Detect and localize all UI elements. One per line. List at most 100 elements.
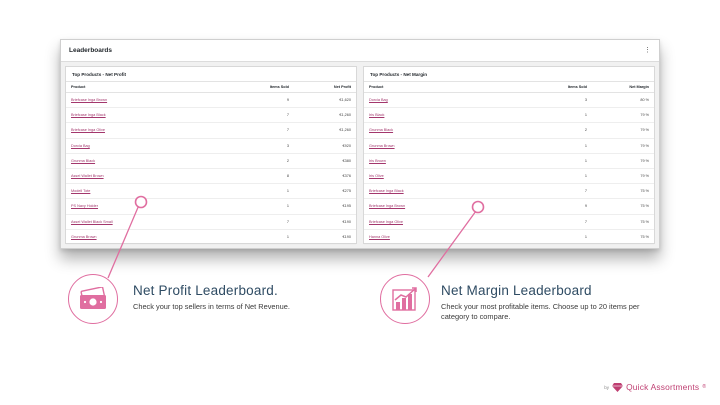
product-cell: Grunma Brown [369,144,535,148]
product-cell: Briefcase Inga Olive [369,220,535,224]
leaderboards-header: Leaderboards ⋮ [61,40,659,62]
net-margin-cell: 79 % [640,128,649,133]
product-link[interactable]: Grunma Black [71,159,95,163]
leaderboards-screenshot: Leaderboards ⋮ Top Products - Net Profit… [60,39,660,249]
product-link[interactable]: Dorcia Bag [369,98,388,102]
product-link[interactable]: PS Navy Holder [71,204,98,208]
product-cell: Grunma Black [71,159,237,163]
net-margin-cell: 75 % [640,219,649,224]
items-sold-cell: 8 [286,174,289,179]
product-link[interactable]: Grunma Brown [71,235,97,239]
net-profit-cell: €1,260 [339,128,351,133]
product-link[interactable]: Briefcase Inga Black [369,189,404,193]
money-icon [68,274,118,324]
items-sold-cell: 7 [286,128,289,133]
product-link[interactable]: Briefcase Inga Olive [369,220,403,224]
net-profit-cell: €1,260 [339,113,351,118]
items-sold-cell: 2 [286,158,289,163]
product-link[interactable]: Grunma Brown [369,144,395,148]
product-link[interactable]: Dorcia Bag [71,144,90,148]
product-link[interactable]: Iris Black [369,113,384,117]
brand-logo: by Quick Assortments ® [604,382,706,392]
items-sold-cell: 1 [584,158,587,163]
items-sold-cell: 1 [584,113,587,118]
product-cell: Iris Black [369,113,535,117]
brand-registered-mark: ® [702,384,706,390]
product-link[interactable]: Assel Wallet Black Small [71,220,113,224]
net-profit-cell: €920 [342,143,351,148]
net-margin-cell: 79 % [640,158,649,163]
net-profit-cell: €380 [342,158,351,163]
net-margin-cell: 79 % [640,174,649,179]
product-cell: Hanna Olive [369,235,535,239]
more-options-icon[interactable]: ⋮ [644,47,651,54]
items-sold-cell: 3 [584,98,587,103]
items-sold-cell: 9 [584,204,587,209]
product-cell: Assel Wallet Black Small [71,220,237,224]
product-cell: Dorcia Bag [369,98,535,102]
col-product[interactable]: Product [71,85,237,89]
col-net-margin[interactable]: Net Margin [587,85,649,89]
product-cell: Briefcase Inga Brown [71,98,237,102]
net-profit-cell: €190 [342,219,351,224]
product-link[interactable]: Briefcase Inga Brown [369,204,405,208]
net-margin-feature-description: Check your most profitable items. Choose… [441,302,640,321]
net-profit-table-header: Product Items Sold Net Profit [66,82,356,93]
items-sold-cell: 1 [584,234,587,239]
net-margin-cell: 79 % [640,143,649,148]
product-cell: Briefcase Inga Brown [369,204,535,208]
product-link[interactable]: Assel Wallet Brown [71,174,104,178]
diamond-icon [612,382,624,392]
table-row: Briefcase Inga Brown 9 €1,620 [66,93,356,109]
table-row: PS Navy Holder 1 €195 [66,199,356,215]
product-cell: Briefcase Inga Black [369,189,535,193]
items-sold-cell: 7 [286,219,289,224]
product-link[interactable]: Briefcase Inga Brown [71,98,107,102]
product-link[interactable]: Iris Brown [369,159,386,163]
product-cell: Grunma Black [369,128,535,132]
items-sold-cell: 1 [286,189,289,194]
table-row: Grunma Black 2 79 % [364,123,654,139]
product-cell: PS Navy Holder [71,204,237,208]
items-sold-cell: 7 [286,113,289,118]
table-row: Briefcase Inga Black 7 75 % [364,184,654,200]
col-product[interactable]: Product [369,85,535,89]
product-link[interactable]: Iris Olive [369,174,384,178]
table-row: Iris Brown 1 79 % [364,154,654,169]
net-profit-panel-title: Top Products - Net Profit [66,67,356,82]
col-items-sold[interactable]: Items Sold [237,85,289,89]
net-margin-cell: 75 % [640,204,649,209]
net-margin-panel: Top Products - Net Margin Product Items … [363,66,655,245]
net-profit-cell: €190 [342,234,351,239]
table-row: Assel Wallet Black Small 7 €190 [66,215,356,230]
table-row: Iris Black 1 79 % [364,108,654,124]
col-items-sold[interactable]: Items Sold [535,85,587,89]
net-profit-cell: €376 [342,174,351,179]
brand-by: by [604,384,610,390]
product-link[interactable]: Briefcase Inga Olive [71,128,105,132]
col-net-profit[interactable]: Net Profit [289,85,351,89]
net-margin-cell: 75 % [640,234,649,239]
product-link[interactable]: Briefcase Inga Black [71,113,106,117]
net-profit-panel: Top Products - Net Profit Product Items … [65,66,357,245]
table-row: Grunma Brown 1 €190 [66,230,356,245]
table-row: Briefcase Inga Olive 7 75 % [364,215,654,230]
items-sold-cell: 2 [584,128,587,133]
product-link[interactable]: Grunma Black [369,128,393,132]
product-link[interactable]: Hanna Olive [369,235,390,239]
product-cell: Assel Wallet Brown [71,174,237,178]
product-cell: Iris Olive [369,174,535,178]
net-margin-feature-title: Net Margin Leaderboard [441,283,592,298]
items-sold-cell: 1 [286,204,289,209]
items-sold-cell: 9 [286,98,289,103]
net-margin-table-header: Product Items Sold Net Margin [364,82,654,93]
product-cell: Briefcase Inga Black [71,113,237,117]
net-margin-cell: 80 % [640,98,649,103]
items-sold-cell: 1 [584,143,587,148]
product-link[interactable]: Modell Tote [71,189,90,193]
items-sold-cell: 1 [286,234,289,239]
product-cell: Briefcase Inga Olive [71,128,237,132]
net-profit-feature-description: Check your top sellers in terms of Net R… [133,302,290,311]
net-margin-panel-title: Top Products - Net Margin [364,67,654,82]
net-profit-cell: €275 [342,189,351,194]
